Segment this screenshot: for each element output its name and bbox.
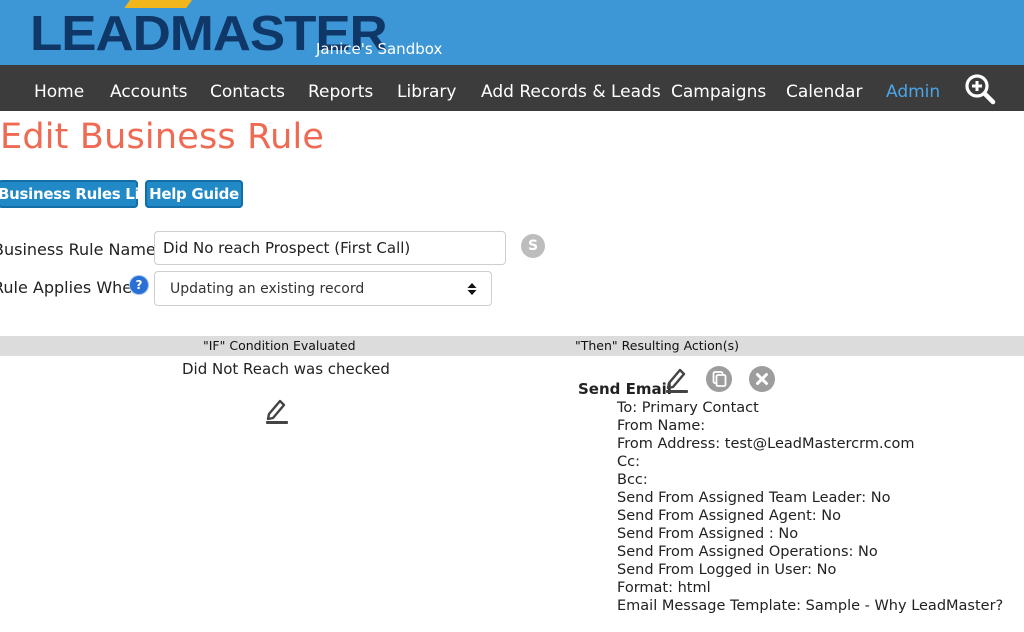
rule-name-label: Business Rule Name: (0, 240, 162, 259)
nav-add-records-leads[interactable]: Add Records & Leads (481, 65, 661, 111)
zoom-in-icon[interactable] (964, 73, 996, 105)
detail-assigned-agent: Send From Assigned Agent: No (617, 508, 841, 524)
nav-calendar[interactable]: Calendar (786, 65, 862, 111)
copy-icon (712, 371, 727, 387)
detail-assigned-operations: Send From Assigned Operations: No (617, 544, 878, 560)
edit-condition-icon[interactable] (264, 397, 290, 425)
top-banner: LEADMASTER Janice's Sandbox (0, 0, 1024, 65)
detail-template: Email Message Template: Sample - Why Lea… (617, 598, 1004, 614)
close-icon (756, 373, 768, 385)
detail-assigned: Send From Assigned : No (617, 526, 799, 542)
help-icon[interactable]: ? (130, 276, 148, 294)
nav-contacts[interactable]: Contacts (210, 65, 285, 111)
nav-library[interactable]: Library (397, 65, 456, 111)
then-column-header: "Then" Resulting Action(s) (575, 338, 739, 353)
page-title: Edit Business Rule (0, 117, 325, 157)
detail-cc: Cc: (617, 454, 640, 470)
edit-action-icon[interactable] (664, 366, 690, 394)
help-guide-button[interactable]: Help Guide (145, 180, 243, 208)
if-column-header: "IF" Condition Evaluated (203, 338, 356, 353)
detail-logged-in-user: Send From Logged in User: No (617, 562, 837, 578)
detail-from-address: From Address: test@LeadMastercrm.com (617, 436, 915, 452)
copy-action-icon[interactable] (706, 366, 732, 392)
select-arrows-icon (467, 283, 477, 295)
main-nav: Home Accounts Contacts Reports Library A… (0, 65, 1024, 111)
detail-team-leader: Send From Assigned Team Leader: No (617, 490, 891, 506)
detail-bcc: Bcc: (617, 472, 648, 488)
business-rules-list-button[interactable]: Business Rules List (0, 180, 155, 208)
rules-table-header: "IF" Condition Evaluated "Then" Resultin… (0, 336, 1024, 356)
rule-applies-select[interactable]: Updating an existing record (154, 271, 492, 306)
nav-campaigns[interactable]: Campaigns (671, 65, 766, 111)
nav-home[interactable]: Home (34, 65, 84, 111)
delete-action-icon[interactable] (749, 366, 775, 392)
sandbox-label: Janice's Sandbox (316, 40, 443, 58)
rule-applies-value: Updating an existing record (170, 281, 365, 297)
nav-accounts[interactable]: Accounts (110, 65, 188, 111)
detail-from-name: From Name: (617, 418, 706, 434)
detail-to: To: Primary Contact (617, 400, 759, 416)
detail-format: Format: html (617, 580, 711, 596)
condition-text: Did Not Reach was checked (182, 360, 390, 378)
nav-admin[interactable]: Admin (886, 65, 940, 111)
s-badge-icon[interactable]: S (521, 234, 545, 258)
rule-name-input[interactable] (154, 231, 506, 265)
nav-reports[interactable]: Reports (308, 65, 373, 111)
action-title: Send Email (578, 380, 672, 398)
rule-applies-label: Rule Applies When (0, 278, 143, 297)
